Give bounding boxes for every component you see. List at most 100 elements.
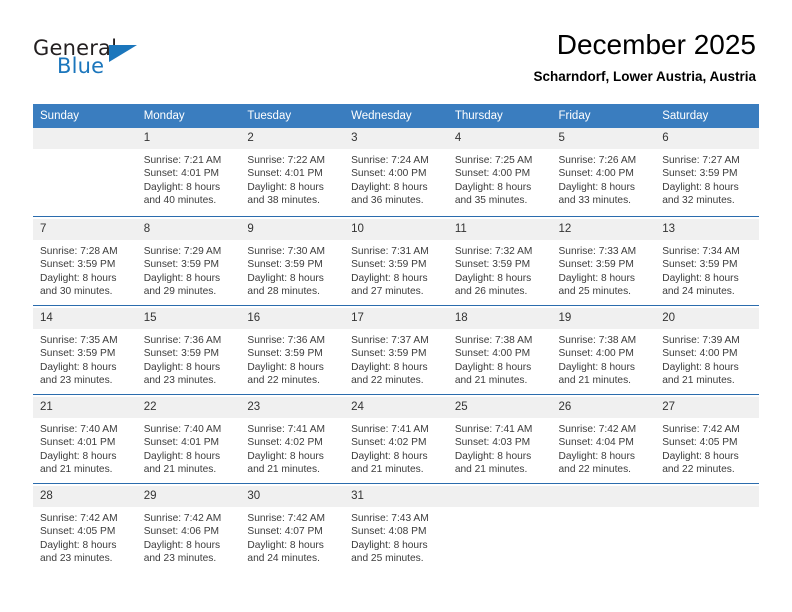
day-cell[interactable] [33,128,137,217]
day-number: 7 [33,219,137,240]
day-cell[interactable]: 16 Sunrise: 7:36 AM Sunset: 3:59 PM Dayl… [240,308,345,395]
day-number: 5 [551,128,656,149]
day-info: Sunrise: 7:40 AM Sunset: 4:01 PM Dayligh… [137,418,241,477]
day-number: 16 [240,308,345,329]
daylight-line2: and 28 minutes. [247,286,320,298]
day-cell[interactable]: 2 Sunrise: 7:22 AM Sunset: 4:01 PM Dayli… [240,128,345,217]
day-number: 8 [136,219,241,240]
day-info: Sunrise: 7:38 AM Sunset: 4:00 PM Dayligh… [448,329,552,388]
calendar-body: 1 Sunrise: 7:21 AM Sunset: 4:01 PM Dayli… [33,128,759,572]
day-cell[interactable]: 7 Sunrise: 7:28 AM Sunset: 3:59 PM Dayli… [33,219,137,306]
sunset-text: Sunset: 4:00 PM [558,348,634,360]
sunrise-text: Sunrise: 7:42 AM [558,424,637,435]
daylight-line2: and 35 minutes. [454,195,528,207]
day-cell[interactable]: 17 Sunrise: 7:37 AM Sunset: 3:59 PM Dayl… [344,308,448,395]
day-cell[interactable]: 15 Sunrise: 7:36 AM Sunset: 3:59 PM Dayl… [136,308,241,395]
sunrise-text: Sunrise: 7:41 AM [454,424,533,435]
day-cell[interactable]: 14 Sunrise: 7:35 AM Sunset: 3:59 PM Dayl… [33,308,137,395]
daylight-line2: and 23 minutes. [40,553,113,565]
day-number: 24 [344,397,448,418]
day-cell[interactable] [447,486,552,572]
daylight-line1: Daylight: 8 hours [40,272,117,284]
daylight-line1: Daylight: 8 hours [558,361,635,373]
calendar-week-row: 21 Sunrise: 7:40 AM Sunset: 4:01 PM Dayl… [33,397,759,484]
daylight-line1: Daylight: 8 hours [454,361,532,373]
day-cell[interactable]: 22 Sunrise: 7:40 AM Sunset: 4:01 PM Dayl… [136,397,241,484]
day-cell[interactable] [551,486,656,572]
daylight-line2: and 21 minutes. [351,464,424,476]
sunrise-text: Sunrise: 7:32 AM [454,246,533,257]
day-cell[interactable]: 4 Sunrise: 7:25 AM Sunset: 4:00 PM Dayli… [447,128,552,217]
day-cell[interactable]: 9 Sunrise: 7:30 AM Sunset: 3:59 PM Dayli… [240,219,345,306]
calendar-week-row: 1 Sunrise: 7:21 AM Sunset: 4:01 PM Dayli… [33,128,759,217]
day-number: 9 [240,219,345,240]
day-cell[interactable]: 24 Sunrise: 7:41 AM Sunset: 4:02 PM Dayl… [344,397,448,484]
day-info: Sunrise: 7:41 AM Sunset: 4:03 PM Dayligh… [448,418,552,477]
sunrise-text: Sunrise: 7:26 AM [558,155,637,166]
daylight-line2: and 33 minutes. [558,195,632,207]
day-cell[interactable] [655,486,759,572]
weekday-header-friday: Friday [551,104,656,128]
sunrise-text: Sunrise: 7:29 AM [143,246,222,257]
day-cell[interactable]: 18 Sunrise: 7:38 AM Sunset: 4:00 PM Dayl… [447,308,552,395]
day-cell[interactable]: 29 Sunrise: 7:42 AM Sunset: 4:06 PM Dayl… [136,486,241,572]
day-cell[interactable]: 31 Sunrise: 7:43 AM Sunset: 4:08 PM Dayl… [344,486,448,572]
day-cell[interactable]: 25 Sunrise: 7:41 AM Sunset: 4:03 PM Dayl… [447,397,552,484]
daylight-line1: Daylight: 8 hours [351,361,428,373]
day-info: Sunrise: 7:41 AM Sunset: 4:02 PM Dayligh… [344,418,448,477]
day-cell[interactable]: 1 Sunrise: 7:21 AM Sunset: 4:01 PM Dayli… [136,128,241,217]
day-info [655,507,759,512]
day-cell[interactable]: 30 Sunrise: 7:42 AM Sunset: 4:07 PM Dayl… [240,486,345,572]
logo-text-blue: Blue [57,54,105,78]
sunset-text: Sunset: 4:06 PM [143,526,220,538]
day-cell[interactable]: 27 Sunrise: 7:42 AM Sunset: 4:05 PM Dayl… [655,397,759,484]
day-cell[interactable]: 26 Sunrise: 7:42 AM Sunset: 4:04 PM Dayl… [551,397,656,484]
day-cell[interactable]: 12 Sunrise: 7:33 AM Sunset: 3:59 PM Dayl… [551,219,656,306]
sunrise-text: Sunrise: 7:41 AM [351,424,429,435]
day-number: 25 [447,397,552,418]
daylight-line2: and 24 minutes. [247,553,320,565]
day-cell[interactable]: 8 Sunrise: 7:29 AM Sunset: 3:59 PM Dayli… [136,219,241,306]
weekday-header-thursday: Thursday [447,104,552,128]
day-cell[interactable]: 21 Sunrise: 7:40 AM Sunset: 4:01 PM Dayl… [33,397,137,484]
day-info: Sunrise: 7:42 AM Sunset: 4:07 PM Dayligh… [240,507,344,566]
daylight-line1: Daylight: 8 hours [454,272,532,284]
day-info: Sunrise: 7:22 AM Sunset: 4:01 PM Dayligh… [240,149,344,208]
sunrise-text: Sunrise: 7:35 AM [40,335,118,346]
daylight-line2: and 22 minutes. [558,464,632,476]
day-cell[interactable]: 23 Sunrise: 7:41 AM Sunset: 4:02 PM Dayl… [240,397,345,484]
sunset-text: Sunset: 4:02 PM [351,437,427,449]
sunset-text: Sunset: 4:01 PM [247,168,323,180]
calendar-week-row: 14 Sunrise: 7:35 AM Sunset: 3:59 PM Dayl… [33,308,759,395]
daylight-line2: and 21 minutes. [662,375,735,387]
day-cell[interactable]: 20 Sunrise: 7:39 AM Sunset: 4:00 PM Dayl… [655,308,759,395]
day-cell[interactable]: 13 Sunrise: 7:34 AM Sunset: 3:59 PM Dayl… [655,219,759,306]
sunrise-text: Sunrise: 7:40 AM [40,424,118,435]
sunrise-text: Sunrise: 7:31 AM [351,246,429,257]
daylight-line2: and 24 minutes. [662,286,735,298]
day-cell[interactable]: 10 Sunrise: 7:31 AM Sunset: 3:59 PM Dayl… [344,219,448,306]
day-cell[interactable]: 3 Sunrise: 7:24 AM Sunset: 4:00 PM Dayli… [344,128,448,217]
day-cell[interactable]: 5 Sunrise: 7:26 AM Sunset: 4:00 PM Dayli… [551,128,656,217]
daylight-line1: Daylight: 8 hours [247,181,324,193]
sunrise-text: Sunrise: 7:42 AM [143,513,222,524]
daylight-line1: Daylight: 8 hours [558,450,635,462]
daylight-line2: and 32 minutes. [662,195,735,207]
daylight-line1: Daylight: 8 hours [143,450,221,462]
weekday-header-monday: Monday [136,104,241,128]
day-cell[interactable]: 28 Sunrise: 7:42 AM Sunset: 4:05 PM Dayl… [33,486,137,572]
daylight-line2: and 21 minutes. [247,464,320,476]
day-cell[interactable]: 19 Sunrise: 7:38 AM Sunset: 4:00 PM Dayl… [551,308,656,395]
title-block: December 2025 Scharndorf, Lower Austria,… [533,28,756,87]
daylight-line2: and 21 minutes. [454,375,528,387]
day-cell[interactable]: 11 Sunrise: 7:32 AM Sunset: 3:59 PM Dayl… [447,219,552,306]
general-blue-logo[interactable]: General Blue [33,36,213,84]
day-number: 2 [240,128,345,149]
day-cell[interactable]: 6 Sunrise: 7:27 AM Sunset: 3:59 PM Dayli… [655,128,759,217]
day-number: 30 [240,486,345,507]
day-number: 15 [136,308,241,329]
day-info: Sunrise: 7:32 AM Sunset: 3:59 PM Dayligh… [448,240,552,299]
sunrise-text: Sunrise: 7:40 AM [143,424,222,435]
day-number: 17 [344,308,448,329]
weekday-header-sunday: Sunday [33,104,137,128]
